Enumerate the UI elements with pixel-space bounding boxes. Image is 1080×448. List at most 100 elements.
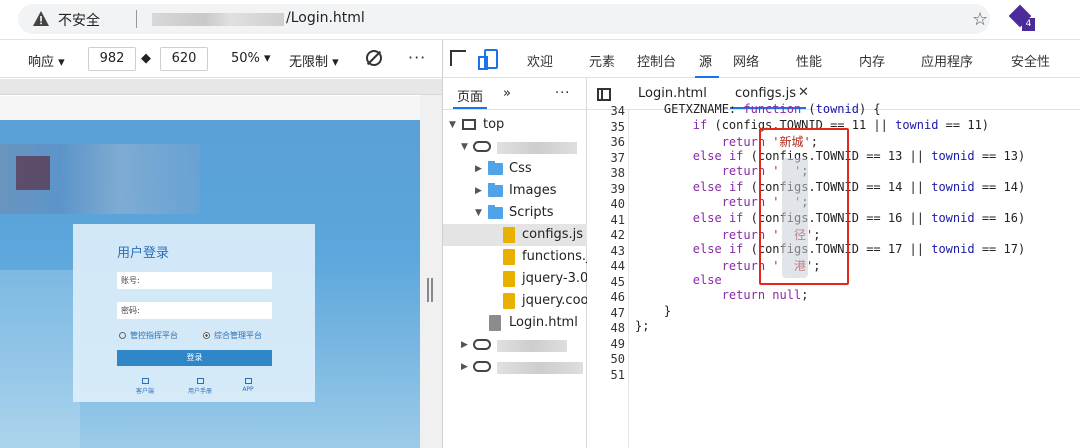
browser-window: 不安全 /Login.html ☆ 4 响应 ▾ 982 ◆ 620 50% ▾… bbox=[0, 0, 1080, 448]
app-link[interactable]: APP bbox=[228, 378, 268, 393]
tab-application[interactable]: 应用程序 bbox=[921, 51, 973, 70]
cloud-icon bbox=[473, 141, 491, 152]
url-path[interactable]: /Login.html bbox=[286, 10, 365, 26]
radio-on-icon bbox=[203, 332, 210, 339]
viewport-ruler bbox=[0, 96, 442, 120]
editor-tab-login[interactable]: Login.html bbox=[638, 86, 707, 101]
insecure-label[interactable]: 不安全 bbox=[58, 10, 100, 30]
dimension-swap-icon[interactable]: ◆ bbox=[141, 51, 151, 66]
code-line: }; bbox=[635, 319, 650, 333]
favorite-star-icon[interactable]: ☆ bbox=[972, 10, 994, 30]
line-number: 48 bbox=[610, 321, 625, 335]
tree-item-login[interactable]: Login.html bbox=[443, 312, 588, 334]
tree-item-origin-2[interactable]: ▶ bbox=[443, 334, 588, 356]
tab-security[interactable]: 安全性 bbox=[1011, 51, 1050, 70]
collapsed-arrow-icon: ▶ bbox=[475, 164, 482, 174]
folder-icon bbox=[488, 183, 503, 197]
tree-item-functions[interactable]: functions.js bbox=[443, 246, 588, 268]
tree-label: jquery.cook bbox=[522, 293, 588, 308]
collapsed-arrow-icon: ▶ bbox=[475, 186, 482, 196]
navigator-menu-icon[interactable]: ··· bbox=[555, 86, 570, 101]
account-field[interactable]: 账号: bbox=[117, 272, 272, 289]
redacted-origin bbox=[497, 362, 583, 374]
tree-item-top[interactable]: ▼ top bbox=[443, 114, 588, 136]
extension-badge: 4 bbox=[1022, 18, 1035, 31]
line-number: 49 bbox=[610, 336, 625, 351]
resize-grip[interactable] bbox=[431, 278, 433, 302]
password-label: 密码: bbox=[121, 306, 140, 315]
responsive-dropdown[interactable]: 响应 ▾ bbox=[28, 51, 65, 70]
tree-item-css[interactable]: ▶ Css bbox=[443, 158, 588, 180]
js-file-icon bbox=[503, 271, 515, 287]
rotate-icon[interactable] bbox=[366, 50, 382, 66]
cloud-icon bbox=[473, 361, 491, 372]
throttle-dropdown[interactable]: 无限制 ▾ bbox=[289, 51, 339, 70]
password-field[interactable]: 密码: bbox=[117, 302, 272, 319]
document-icon bbox=[196, 378, 204, 384]
tree-label: top bbox=[483, 117, 505, 132]
more-tabs-icon[interactable]: » bbox=[503, 86, 511, 101]
expanded-arrow-icon: ▼ bbox=[461, 142, 468, 152]
height-input[interactable]: 620 bbox=[160, 47, 208, 71]
media-query-ruler[interactable] bbox=[0, 79, 442, 95]
tree-item-configs[interactable]: configs.js bbox=[443, 224, 588, 246]
line-number: 42 bbox=[610, 228, 625, 242]
zoom-dropdown[interactable]: 50% ▾ bbox=[231, 51, 271, 66]
radio-platform-1[interactable]: 管控指挥平台 bbox=[119, 330, 178, 341]
login-card: 用户登录 账号: 密码: 管控指挥平台 综合管理平台 登录 客户端 用户手册 A… bbox=[73, 224, 315, 402]
toggle-navigator-icon[interactable] bbox=[597, 88, 611, 101]
device-toggle-icon[interactable] bbox=[478, 49, 498, 70]
tab-console[interactable]: 控制台 bbox=[637, 51, 676, 70]
code-line: } bbox=[635, 303, 672, 318]
tree-item-images[interactable]: ▶ Images bbox=[443, 180, 588, 202]
warning-icon bbox=[33, 11, 49, 26]
more-options-icon[interactable]: ··· bbox=[408, 48, 426, 67]
collapsed-arrow-icon: ▶ bbox=[461, 362, 468, 372]
tree-item-origin-3[interactable]: ▶ bbox=[443, 356, 588, 378]
js-file-icon bbox=[503, 249, 515, 265]
code-line: return null; bbox=[721, 288, 809, 302]
redacted-origin bbox=[497, 340, 567, 352]
tab-welcome[interactable]: 欢迎 bbox=[527, 51, 553, 70]
line-number: 47 bbox=[610, 305, 625, 320]
tree-label: Login.html bbox=[509, 315, 578, 330]
tree-item-origin[interactable]: ▼ bbox=[443, 136, 588, 158]
tab-network[interactable]: 网络 bbox=[733, 51, 759, 70]
tab-elements[interactable]: 元素 bbox=[589, 51, 615, 70]
tree-item-jquery-cookie[interactable]: jquery.cook bbox=[443, 290, 588, 312]
cloud-icon bbox=[473, 339, 491, 350]
tree-label: configs.js bbox=[522, 227, 584, 242]
manual-link[interactable]: 用户手册 bbox=[180, 378, 220, 395]
tab-sources[interactable]: 源 bbox=[699, 51, 712, 70]
line-number: 44 bbox=[610, 259, 625, 273]
link-label: 客户端 bbox=[135, 388, 154, 395]
resize-grip[interactable] bbox=[427, 278, 429, 302]
resize-gutter[interactable] bbox=[420, 95, 442, 448]
tree-item-scripts[interactable]: ▼ Scripts bbox=[443, 202, 588, 224]
radio-platform-2[interactable]: 综合管理平台 bbox=[203, 330, 262, 341]
extension-icon[interactable]: 4 bbox=[1008, 4, 1036, 32]
tab-performance[interactable]: 性能 bbox=[796, 51, 822, 70]
pixelated-logo bbox=[16, 156, 50, 190]
client-link[interactable]: 客户端 bbox=[125, 378, 165, 395]
width-input[interactable]: 982 bbox=[88, 47, 136, 71]
folder-icon bbox=[488, 161, 503, 175]
folder-icon bbox=[488, 205, 503, 219]
close-tab-icon[interactable]: ✕ bbox=[798, 85, 809, 100]
redacted-host bbox=[152, 13, 284, 26]
inspect-element-icon[interactable] bbox=[450, 50, 466, 66]
editor-tab-configs[interactable]: configs.js bbox=[735, 86, 796, 101]
login-button[interactable]: 登录 bbox=[117, 350, 272, 366]
omnibox[interactable]: 不安全 /Login.html ☆ bbox=[18, 4, 990, 34]
login-title: 用户登录 bbox=[117, 246, 170, 261]
line-number: 36 bbox=[610, 135, 625, 149]
radio-off-icon bbox=[119, 332, 126, 339]
tab-memory[interactable]: 内存 bbox=[859, 51, 885, 70]
tab-page[interactable]: 页面 bbox=[457, 86, 483, 105]
expanded-arrow-icon: ▼ bbox=[449, 120, 456, 130]
line-number: 40 bbox=[610, 197, 625, 211]
collapsed-arrow-icon: ▶ bbox=[461, 340, 468, 350]
tree-item-jquery[interactable]: jquery-3.0.0 bbox=[443, 268, 588, 290]
radio-label: 综合管理平台 bbox=[214, 331, 262, 340]
code-line: GETXZNAME: function (townid) { bbox=[635, 102, 881, 116]
